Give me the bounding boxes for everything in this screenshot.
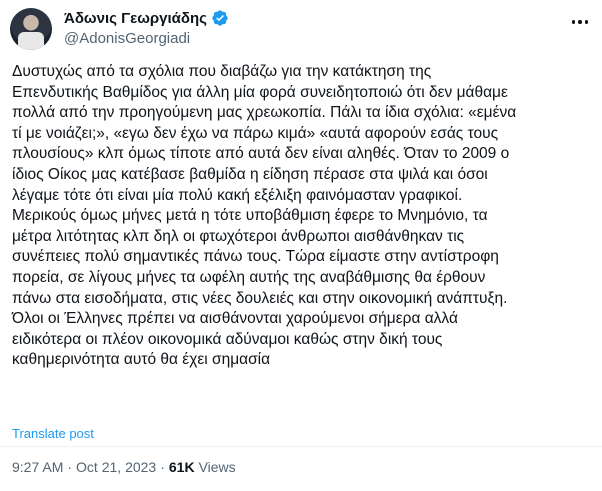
avatar[interactable] — [10, 8, 52, 50]
more-options-icon[interactable] — [568, 12, 592, 32]
translate-post-link[interactable]: Translate post — [12, 426, 94, 441]
post-time[interactable]: 9:27 AM — [12, 459, 63, 475]
views-count[interactable]: 61K — [169, 459, 195, 475]
name-row: Άδωνις Γεωργιάδης — [64, 8, 229, 28]
tweet-meta: 9:27 AM · Oct 21, 2023 · 61K Views — [12, 459, 236, 475]
dot — [578, 20, 582, 24]
post-date[interactable]: Oct 21, 2023 — [76, 459, 156, 475]
meta-separator: · — [67, 459, 73, 475]
views-label: Views — [198, 459, 236, 475]
tweet-card: Άδωνις Γεωργιάδης @AdonisGeorgiadi Δυστυ… — [0, 0, 602, 491]
author-names: Άδωνις Γεωργιάδης @AdonisGeorgiadi — [64, 8, 229, 47]
avatar-shirt — [18, 32, 44, 50]
author-handle[interactable]: @AdonisGeorgiadi — [64, 30, 229, 47]
divider — [0, 446, 602, 447]
tweet-header: Άδωνις Γεωργιάδης @AdonisGeorgiadi — [8, 6, 592, 50]
meta-separator: · — [160, 459, 165, 475]
display-name[interactable]: Άδωνις Γεωργιάδης — [64, 10, 207, 27]
tweet-text: Δυστυχώς από τα σχόλια που διαβάζω για τ… — [12, 63, 517, 369]
dot — [571, 20, 576, 24]
verified-badge-icon[interactable] — [211, 9, 229, 27]
dot — [584, 20, 589, 24]
